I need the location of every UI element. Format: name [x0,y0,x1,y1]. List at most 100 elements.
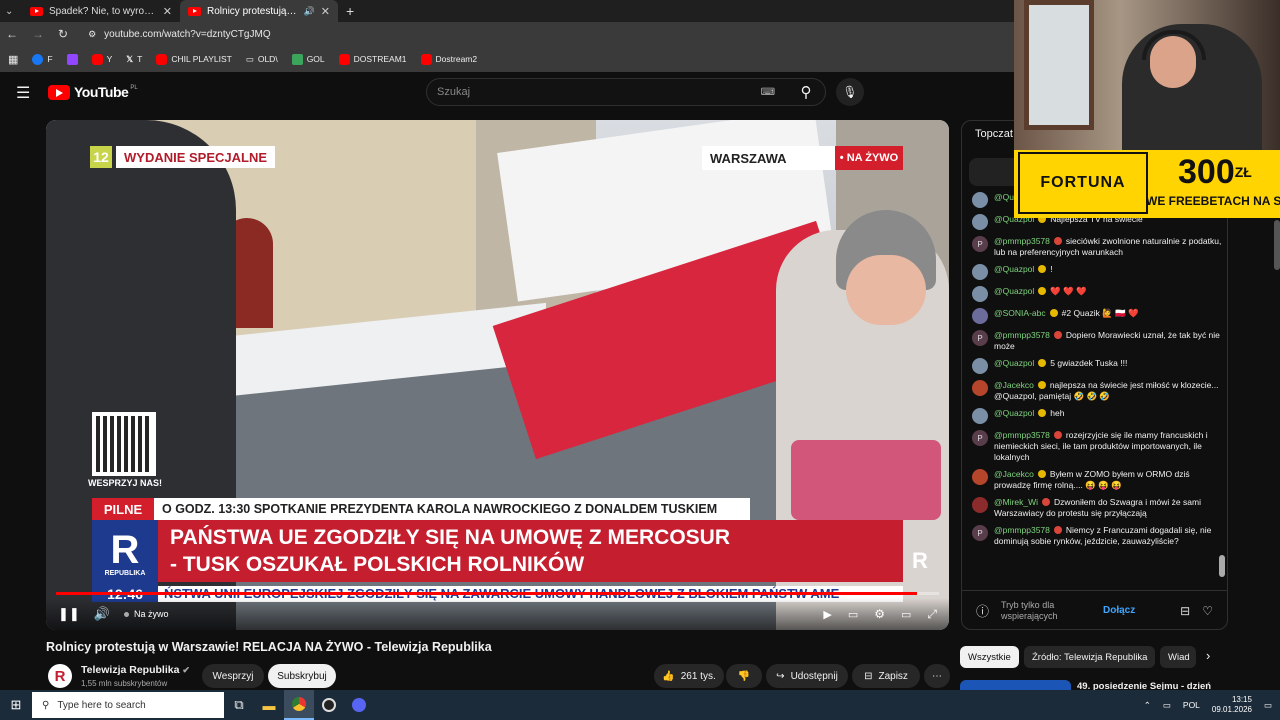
chat-avatar[interactable] [972,264,988,280]
new-tab-button[interactable]: + [338,0,362,22]
chat-author[interactable]: @Quazpol [994,264,1034,274]
more-actions-button[interactable]: ⋯ [924,664,950,688]
apps-grid-icon[interactable]: ▦ [8,53,18,66]
chat-author[interactable]: @Quazpol [994,286,1034,296]
save-button[interactable]: ⊟ Zapisz [852,664,920,688]
audio-playing-icon[interactable]: 🔊 [304,6,315,17]
chat-message[interactable]: @Quazpol heh [972,408,1224,424]
chat-author[interactable]: @pmmpp3578 [994,525,1050,535]
language-indicator[interactable]: POL [1183,700,1200,710]
chip-news[interactable]: Wiad [1160,646,1196,668]
chrome-icon[interactable] [284,690,314,720]
taskbar-search-input[interactable]: ⚲ Type here to search [32,692,224,718]
voice-search-button[interactable]: 🎙 [836,78,864,106]
chat-avatar[interactable] [972,469,988,485]
keyboard-icon[interactable]: ⌨ [761,87,775,98]
chat-avatar[interactable]: P [972,430,988,446]
chip-all[interactable]: Wszystkie [960,646,1019,668]
chat-message[interactable]: @Quazpol ❤️ ❤️ ❤️ [972,286,1224,302]
chat-message[interactable]: P @pmmpp3578 sieciówki zwolnione naturalni… [972,236,1224,258]
search-input[interactable]: Szukaj ⌨ [426,78,826,106]
forward-icon[interactable]: → [32,27,44,41]
chip-source[interactable]: Źródło: Telewizja Republika [1024,646,1156,668]
discord-icon[interactable] [344,690,374,720]
volume-icon[interactable]: 🔊 [94,606,110,622]
back-icon[interactable]: ← [6,27,18,41]
theater-mode-icon[interactable]: ▭ [901,607,911,622]
share-button[interactable]: ↪ Udostępnij [766,664,848,688]
chat-avatar[interactable]: P [972,525,988,541]
bookmark-item[interactable]: Y [91,53,112,65]
bookmark-item[interactable]: GOL [291,53,325,65]
pause-icon[interactable]: ❚❚ [58,606,80,622]
chat-avatar[interactable]: P [972,330,988,346]
video-player[interactable]: 12 WYDANIE SPECJALNE WARSZAWA • NA ŻYWO … [46,120,949,630]
bookmark-item[interactable]: CHIL PLAYLIST [156,53,232,65]
chat-header-title[interactable]: Topczat [975,128,1013,140]
channel-name[interactable]: Telewizja Republika ✔ [81,664,190,676]
channel-avatar[interactable]: R [48,664,72,688]
notifications-icon[interactable]: ▭ [1264,700,1272,711]
chat-author[interactable]: @Jacekco [994,380,1034,390]
close-tab-icon[interactable]: ✕ [163,5,172,18]
clock[interactable]: 13:15 09.01.2026 [1212,695,1252,715]
search-button[interactable]: ⚲ [786,78,826,106]
subtitles-icon[interactable]: ▭ [848,607,858,622]
dislike-button[interactable]: 👎 [726,664,762,688]
reload-icon[interactable]: ↻ [58,27,68,41]
youtube-logo[interactable]: YouTube PL [48,84,138,100]
support-button[interactable]: Wesprzyj [202,664,264,688]
bookmark-item[interactable]: 𝕏T [126,54,142,65]
chat-message[interactable]: @Jacekco najlepsza na świecie jest miłość… [972,380,1224,402]
chat-author[interactable]: @Mirek_Wi [994,497,1038,507]
chat-author[interactable]: @Quazpol [994,358,1034,368]
bookmark-folder[interactable]: ▭ OLD\ [246,54,278,65]
chat-avatar[interactable] [972,192,988,208]
tab-search-menu-icon[interactable]: ⌄ [0,0,22,22]
chat-author[interactable]: @Jacekco [994,469,1034,479]
like-button[interactable]: 👍 261 tys. [654,664,724,688]
live-indicator[interactable]: Na żywo [124,609,169,619]
heart-icon[interactable]: ♡ [1202,604,1213,618]
hamburger-menu-icon[interactable]: ☰ [16,83,30,103]
chat-message[interactable]: @Quazpol 5 gwiazdek Tuska !!! [972,358,1224,374]
chat-avatar[interactable] [972,497,988,513]
chat-avatar[interactable]: P [972,236,988,252]
chat-author[interactable]: @pmmpp3578 [994,236,1050,246]
chat-author[interactable]: @pmmpp3578 [994,430,1050,440]
chat-message[interactable]: P @pmmpp3578 Dopiero Morawiecki uznał, że … [972,330,1224,352]
task-view-icon[interactable]: ⧉ [224,690,254,720]
chat-author[interactable]: @pmmpp3578 [994,330,1050,340]
chat-message[interactable]: P @pmmpp3578 Niemcy z Francuzami dogadali … [972,525,1224,547]
chat-avatar[interactable] [972,358,988,374]
obs-icon[interactable] [314,690,344,720]
browser-tab-active[interactable]: Rolnicy protestują w Warsz 🔊 ✕ [180,0,338,22]
bookmark-item[interactable] [66,53,78,65]
chat-author[interactable]: @SONIA-abc [994,308,1046,318]
info-icon[interactable]: ⓘ [976,601,989,620]
chat-avatar[interactable] [972,380,988,396]
settings-gear-icon[interactable]: ⚙ [874,607,885,622]
chevron-right-icon[interactable]: › [1206,648,1210,663]
chat-message[interactable]: @Quazpol! [972,264,1224,280]
network-icon[interactable]: ▭ [1163,700,1171,711]
chat-message[interactable]: P @pmmpp3578 rozejrzyjcie się ile mamy fra… [972,430,1224,463]
chat-scrollbar[interactable] [1219,555,1225,577]
site-info-icon[interactable]: ⚙ [88,29,96,40]
fullscreen-icon[interactable]: ⤢ [927,607,937,622]
tray-chevron-up-icon[interactable]: ⌃ [1144,700,1151,711]
chat-avatar[interactable] [972,286,988,302]
page-scrollbar[interactable] [1274,220,1280,270]
chat-message[interactable]: @SONIA-abc #2 Quazik 🙋 🇵🇱 ❤️ [972,308,1224,324]
file-explorer-icon[interactable]: ▬ [254,690,284,720]
chat-avatar[interactable] [972,408,988,424]
chat-avatar[interactable] [972,308,988,324]
super-chat-icon[interactable]: ⊟ [1180,604,1190,618]
bookmark-item[interactable]: F [32,53,53,65]
chat-author[interactable]: @Quazpol [994,408,1034,418]
windows-start-icon[interactable]: ⊞ [0,690,32,720]
browser-tab[interactable]: Spadek? Nie, to wyrok! Kobieta ✕ [22,0,180,22]
chat-avatar[interactable] [972,214,988,230]
bookmark-item[interactable]: Dostream2 [420,53,477,65]
address-bar[interactable]: ⚙ youtube.com/watch?v=dzntyCTgJMQ [82,24,1008,44]
